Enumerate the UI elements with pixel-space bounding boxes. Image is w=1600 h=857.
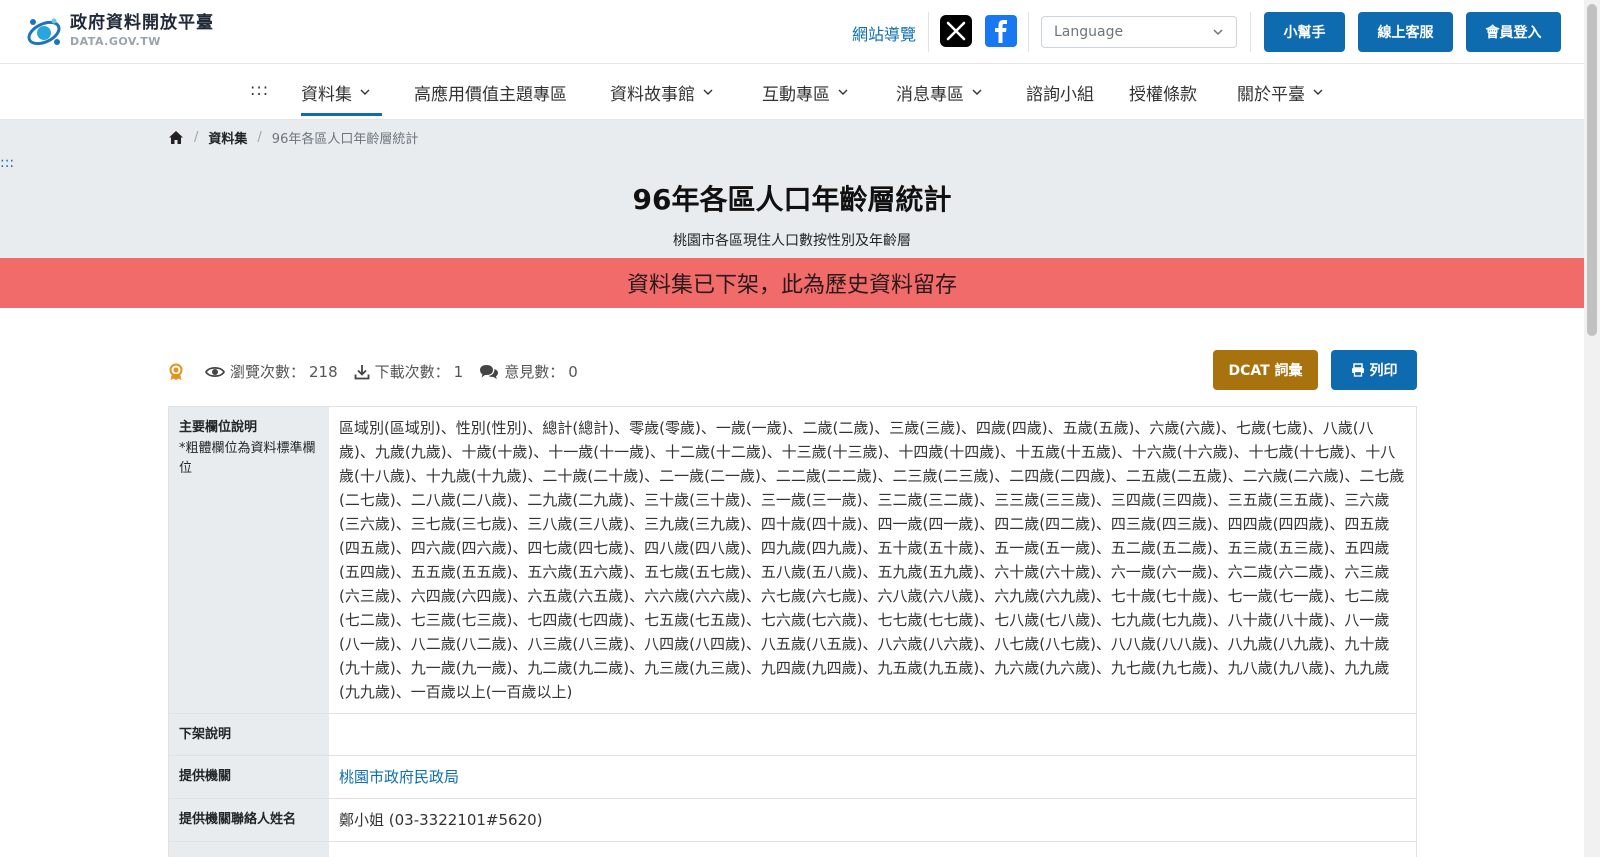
logo-icon	[27, 18, 61, 46]
view-count-label: 瀏覽次數：	[230, 363, 306, 381]
printer-icon	[1351, 363, 1364, 377]
contact-label: 提供機關聯絡人姓名	[169, 799, 329, 841]
eye-icon	[205, 366, 225, 377]
breadcrumb-datasets-link[interactable]: 資料集	[208, 128, 247, 147]
page-subtitle: 桃園市各區現住人口數按性別及年齡層	[673, 233, 911, 249]
provider-link[interactable]: 桃園市政府民政局	[339, 768, 459, 786]
download-count: 下載次數： 1	[354, 361, 464, 382]
chevron-down-icon	[838, 89, 848, 95]
chevron-down-icon	[703, 89, 713, 95]
breadcrumb-current: 96年各區人口年齡層統計	[271, 132, 419, 147]
breadcrumb-separator: /	[194, 130, 199, 145]
download-count-value: 1	[453, 362, 464, 381]
table-row: 提供機關 桃園市政府民政局	[169, 756, 1416, 799]
sitemap-link[interactable]: 網站導覽	[852, 21, 916, 45]
comment-count-value: 0	[568, 362, 578, 381]
helper-button[interactable]: 小幫手	[1264, 12, 1345, 52]
divider	[1250, 12, 1251, 52]
comment-count: 意見數： 0	[479, 361, 578, 382]
nav-item-high-value[interactable]: 高應用價值主題專區	[414, 64, 567, 120]
print-button-label: 列印	[1369, 363, 1398, 379]
nav-item-about[interactable]: 關於平臺	[1237, 64, 1323, 120]
view-count: 瀏覽次數： 218	[205, 361, 338, 382]
scrollbar-thumb[interactable]	[1587, 4, 1597, 336]
table-cell	[329, 842, 1416, 857]
table-header-cell	[169, 842, 329, 857]
nav-item-license[interactable]: 授權條款	[1129, 64, 1197, 120]
table-header-cell: 主要欄位說明 *粗體欄位為資料標準欄位	[169, 407, 329, 713]
fields-label: 主要欄位說明	[179, 420, 258, 435]
removal-value	[329, 714, 1416, 755]
nav-item-label: 授權條款	[1129, 84, 1197, 105]
nav-item-advisory[interactable]: 諮詢小組	[1026, 64, 1094, 120]
contact-value: 鄭小姐 (03-3322101#5620)	[339, 811, 543, 829]
table-row: 提供機關聯絡人姓名 鄭小姐 (03-3322101#5620)	[169, 799, 1416, 842]
nav-item-label: 諮詢小組	[1026, 84, 1094, 105]
provider-cell: 桃園市政府民政局	[329, 756, 1416, 798]
logo-title: 政府資料開放平臺	[70, 13, 214, 33]
member-login-button[interactable]: 會員登入	[1466, 12, 1561, 52]
comment-count-label: 意見數：	[504, 363, 565, 381]
dcat-button[interactable]: DCAT 詞彙	[1213, 350, 1318, 390]
divider	[1028, 12, 1029, 52]
nav-item-label: 資料故事館	[610, 84, 695, 105]
dataset-info-table: 主要欄位說明 *粗體欄位為資料標準欄位 區域別(區域別)、性別(性別)、總計(總…	[168, 406, 1417, 857]
nav-item-stories[interactable]: 資料故事館	[610, 64, 713, 120]
accesskey-link[interactable]: :::	[250, 80, 269, 99]
chevron-down-icon	[972, 89, 982, 95]
chevron-down-icon	[1313, 89, 1323, 95]
view-count-value: 218	[309, 362, 338, 381]
language-select-value: Language	[1054, 24, 1124, 40]
nav-item-label: 關於平臺	[1237, 84, 1305, 105]
chevron-down-icon	[1213, 29, 1223, 36]
fields-value: 區域別(區域別)、性別(性別)、總計(總計)、零歲(零歲)、一歲(一歲)、二歲(…	[339, 419, 1405, 701]
award-icon	[169, 363, 183, 380]
dataset-stats: 瀏覽次數： 218 下載次數： 1 意見數： 0	[168, 361, 594, 382]
site-logo[interactable]: 政府資料開放平臺 DATA.GOV.TW	[24, 12, 214, 50]
facebook-icon[interactable]	[985, 15, 1017, 47]
download-count-label: 下載次數：	[374, 363, 450, 381]
content-accesskey-link[interactable]: :::	[0, 155, 14, 171]
nav-item-label: 消息專區	[896, 84, 964, 105]
provider-label: 提供機關	[169, 756, 329, 798]
print-button[interactable]: 列印	[1331, 350, 1417, 390]
quality-badge	[168, 363, 189, 381]
nav-item-label: 資料集	[301, 84, 352, 105]
table-row: 下架說明	[169, 714, 1416, 756]
nav-item-interactive[interactable]: 互動專區	[762, 64, 848, 120]
breadcrumb-separator: /	[257, 130, 262, 145]
fields-note: *粗體欄位為資料標準欄位	[179, 441, 316, 476]
home-icon[interactable]	[168, 130, 184, 145]
table-row	[169, 842, 1416, 857]
alert-text: 資料集已下架，此為歷史資料留存	[626, 273, 957, 298]
download-icon	[354, 364, 370, 379]
x-twitter-icon[interactable]	[940, 15, 972, 47]
removed-alert-banner: 資料集已下架，此為歷史資料留存	[0, 258, 1584, 308]
nav-item-news[interactable]: 消息專區	[896, 64, 982, 120]
comments-icon	[480, 364, 499, 379]
removal-label: 下架說明	[169, 714, 329, 755]
page-title: 96年各區人口年齡層統計	[632, 183, 952, 216]
chevron-down-icon	[360, 89, 370, 95]
table-row: 主要欄位說明 *粗體欄位為資料標準欄位 區域別(區域別)、性別(性別)、總計(總…	[169, 407, 1416, 714]
online-service-button[interactable]: 線上客服	[1358, 12, 1453, 52]
main-nav: ::: 資料集 高應用價值主題專區 資料故事館 互動專區 消息專區 諮詢小組 授…	[0, 64, 1584, 120]
divider	[928, 12, 929, 52]
top-header: 政府資料開放平臺 DATA.GOV.TW 網站導覽 Language 小幫手 線…	[0, 0, 1584, 64]
nav-item-datasets[interactable]: 資料集	[301, 64, 370, 120]
nav-item-label: 高應用價值主題專區	[414, 84, 567, 105]
nav-active-indicator	[301, 113, 382, 116]
language-select[interactable]: Language	[1041, 16, 1237, 48]
logo-subtitle: DATA.GOV.TW	[70, 35, 161, 48]
nav-item-label: 互動專區	[762, 84, 830, 105]
breadcrumb: / 資料集 / 96年各區人口年齡層統計	[168, 128, 418, 147]
